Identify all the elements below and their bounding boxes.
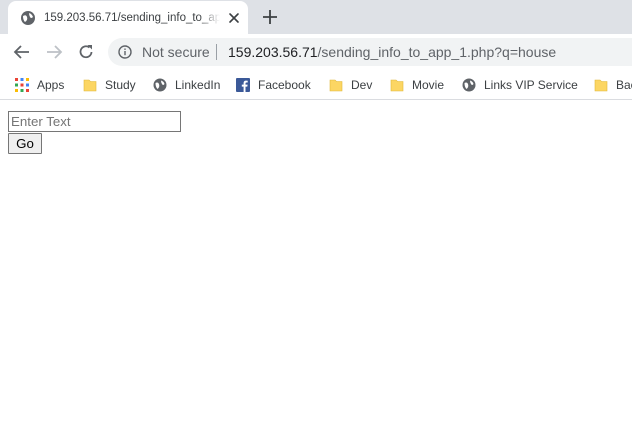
- bookmark-label: LinkedIn: [175, 78, 221, 92]
- bookmark-bac[interactable]: Bac: [594, 77, 632, 93]
- info-icon[interactable]: [118, 45, 132, 59]
- divider: [216, 44, 217, 60]
- reload-icon[interactable]: [76, 42, 96, 62]
- tab-strip: 159.203.56.71/sending_info_to_app_1.php?…: [0, 0, 632, 34]
- facebook-icon: [236, 78, 250, 92]
- page-content: Go: [0, 101, 632, 444]
- text-input[interactable]: [8, 111, 181, 132]
- globe-icon: [153, 78, 167, 92]
- url-host: 159.203.56.71: [228, 44, 318, 60]
- bookmark-links-vip-service[interactable]: Links VIP Service: [462, 77, 578, 93]
- bookmarks-bar: Apps Study LinkedIn Facebook Dev Movie L…: [0, 70, 632, 100]
- globe-icon: [462, 78, 476, 92]
- bookmark-label: Facebook: [258, 78, 311, 92]
- plus-icon[interactable]: [261, 8, 279, 26]
- folder-icon: [594, 79, 608, 92]
- url-text[interactable]: 159.203.56.71/sending_info_to_app_1.php?…: [228, 44, 556, 60]
- tab-title: 159.203.56.71/sending_info_to_app_1.php?…: [44, 12, 220, 24]
- bookmark-study[interactable]: Study: [83, 77, 136, 93]
- bookmark-movie[interactable]: Movie: [390, 77, 444, 93]
- forward-arrow-icon[interactable]: [44, 42, 64, 62]
- folder-icon: [390, 79, 404, 92]
- bookmark-apps[interactable]: Apps: [15, 77, 64, 93]
- bookmark-label: Links VIP Service: [484, 78, 578, 92]
- close-icon[interactable]: [226, 10, 242, 26]
- bookmark-label: Apps: [37, 78, 65, 92]
- address-bar[interactable]: Not secure 159.203.56.71/sending_info_to…: [108, 38, 632, 66]
- browser-tab[interactable]: 159.203.56.71/sending_info_to_app_1.php?…: [8, 1, 248, 34]
- bookmark-label: Dev: [351, 78, 373, 92]
- folder-icon: [83, 79, 97, 92]
- back-arrow-icon[interactable]: [12, 42, 32, 62]
- go-button[interactable]: Go: [8, 133, 42, 154]
- globe-icon: [21, 11, 35, 25]
- bookmark-facebook[interactable]: Facebook: [236, 77, 311, 93]
- bookmark-label: Study: [105, 78, 136, 92]
- apps-grid-icon: [15, 78, 29, 92]
- url-path: /sending_info_to_app_1.php?q=house: [317, 44, 557, 60]
- bookmark-dev[interactable]: Dev: [329, 77, 372, 93]
- bookmark-label: Bac: [616, 78, 632, 92]
- folder-icon: [329, 79, 343, 92]
- security-label[interactable]: Not secure: [142, 44, 210, 60]
- browser-toolbar: Not secure 159.203.56.71/sending_info_to…: [0, 34, 632, 70]
- bookmark-linkedin[interactable]: LinkedIn: [153, 77, 220, 93]
- bookmark-label: Movie: [412, 78, 445, 92]
